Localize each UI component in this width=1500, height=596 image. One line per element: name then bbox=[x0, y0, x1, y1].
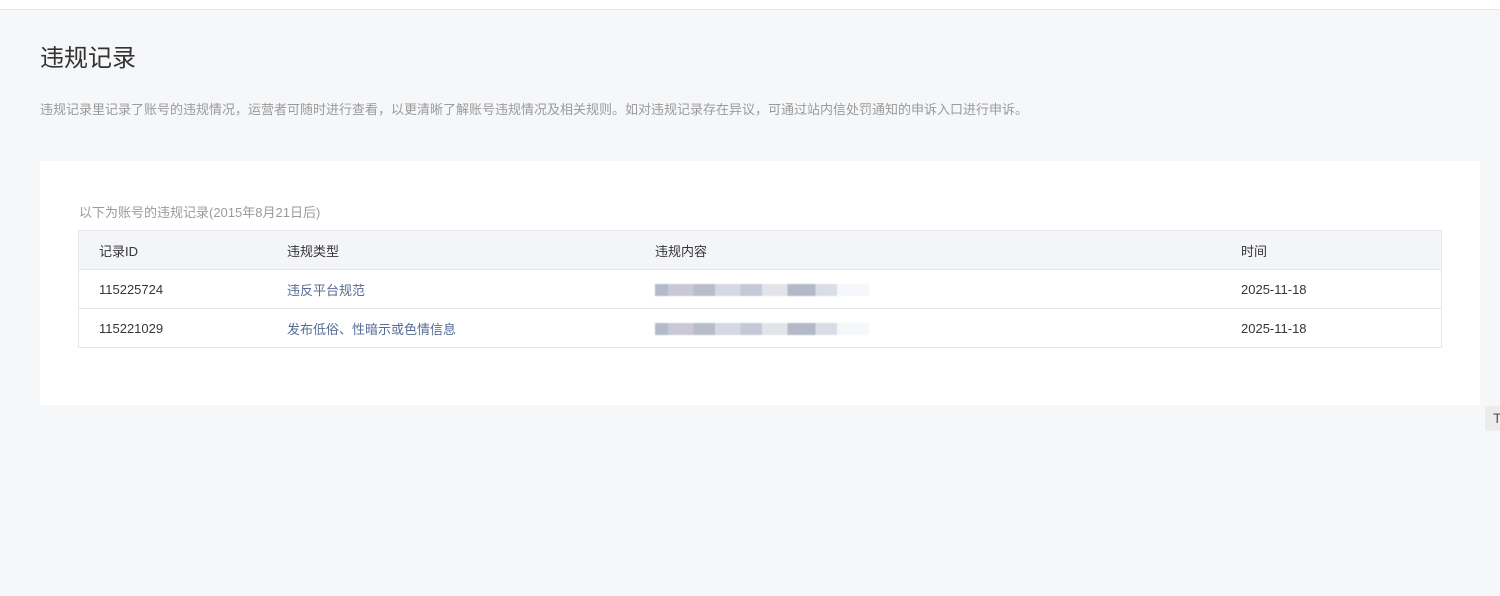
records-table: 记录ID 违规类型 违规内容 时间 115225724 违反平台规范 2025-… bbox=[78, 230, 1442, 348]
side-float-widget[interactable]: T bbox=[1485, 406, 1500, 431]
blurred-content bbox=[655, 284, 869, 297]
table-row: 115221029 发布低俗、性暗示或色情信息 2025-11-18 bbox=[78, 308, 1442, 348]
top-bar bbox=[0, 0, 1500, 10]
blurred-content bbox=[655, 323, 869, 336]
column-header-content: 违规内容 bbox=[635, 230, 1221, 270]
column-header-type: 违规类型 bbox=[267, 230, 635, 270]
record-content bbox=[635, 308, 1221, 348]
page-title: 违规记录 bbox=[40, 45, 136, 72]
table-header-row: 记录ID 违规类型 违规内容 时间 bbox=[78, 230, 1442, 270]
records-caption: 以下为账号的违规记录(2015年8月21日后) bbox=[79, 205, 321, 220]
record-content bbox=[635, 269, 1221, 309]
column-header-time: 时间 bbox=[1221, 230, 1442, 270]
column-header-id: 记录ID bbox=[78, 230, 267, 270]
record-type[interactable]: 发布低俗、性暗示或色情信息 bbox=[267, 308, 635, 348]
record-type[interactable]: 违反平台规范 bbox=[267, 269, 635, 309]
table-row: 115225724 违反平台规范 2025-11-18 bbox=[78, 269, 1442, 309]
records-card: 以下为账号的违规记录(2015年8月21日后) 记录ID 违规类型 违规内容 时… bbox=[40, 161, 1480, 405]
record-date: 2025-11-18 bbox=[1221, 308, 1442, 348]
record-id: 115225724 bbox=[78, 269, 267, 309]
page-description: 违规记录里记录了账号的违规情况，运营者可随时进行查看，以更清晰了解账号违规情况及… bbox=[40, 102, 1029, 117]
record-date: 2025-11-18 bbox=[1221, 269, 1442, 309]
record-id: 115221029 bbox=[78, 308, 267, 348]
